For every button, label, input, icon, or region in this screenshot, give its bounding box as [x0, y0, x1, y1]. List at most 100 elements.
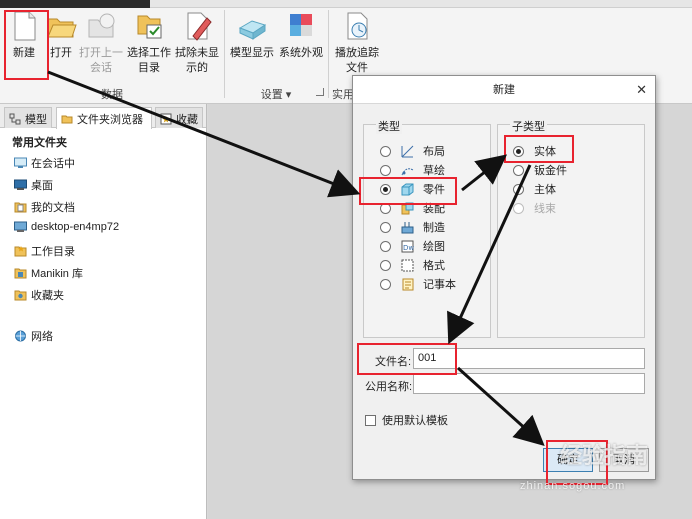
folder-item-desktop[interactable]: 桌面	[14, 177, 53, 193]
type-option-manufacturing[interactable]: 制造	[380, 219, 445, 235]
open-last-label-2: 会话	[90, 62, 112, 74]
folder-item-label: Manikin 库	[31, 268, 83, 280]
playback-trail-icon	[341, 10, 373, 42]
notebook-icon	[401, 278, 414, 291]
common-folders-title: 常用文件夹	[12, 137, 67, 149]
type-legend: 类型	[376, 118, 402, 134]
type-option-notebook[interactable]: 记事本	[380, 276, 456, 292]
settings-launcher-icon[interactable]	[316, 88, 324, 96]
tab-folder-browser[interactable]: 文件夹浏览器	[56, 107, 152, 129]
system-appearance-icon	[285, 10, 317, 42]
open-button[interactable]: 打开	[44, 10, 78, 61]
type-option-part[interactable]: 零件	[380, 181, 445, 197]
erase-not-displayed-button[interactable]: 拭除未显 示的	[174, 10, 220, 76]
folder-item-favorites[interactable]: 收藏夹	[14, 287, 64, 303]
type-option-layout[interactable]: 布局	[380, 143, 445, 159]
tab-model-tree[interactable]: 模型	[4, 107, 52, 128]
new-button-label: 新建	[13, 47, 35, 59]
open-button-label: 打开	[50, 47, 72, 59]
active-tab-fragment	[0, 0, 150, 8]
folder-browser-icon	[61, 113, 73, 125]
type-label: 零件	[423, 184, 445, 196]
model-display-button[interactable]: 模型显示	[229, 10, 275, 61]
folder-item-label: 网络	[31, 331, 53, 343]
subtype-option-harness: 线束	[513, 200, 556, 216]
use-default-template-checkbox[interactable]	[365, 415, 376, 426]
radio-solid[interactable]	[513, 145, 524, 157]
radio-manufacturing[interactable]	[380, 221, 391, 233]
folder-item-my-documents[interactable]: 我的文档	[14, 199, 75, 215]
computer-icon	[14, 221, 27, 233]
folder-item-label: 收藏夹	[31, 290, 64, 302]
radio-bulk[interactable]	[513, 183, 524, 195]
folder-item-label: 在会话中	[31, 158, 75, 170]
subtype-label: 实体	[534, 146, 556, 158]
folder-item-label: 桌面	[31, 180, 53, 192]
sketch-icon	[401, 164, 414, 177]
group-label-settings[interactable]: 设置 ▾	[226, 86, 326, 102]
type-label: 布局	[423, 146, 445, 158]
format-icon	[401, 259, 414, 272]
system-appearance-label: 系统外观	[279, 47, 323, 59]
dialog-title: 新建	[493, 84, 515, 96]
type-option-format[interactable]: 格式	[380, 257, 445, 273]
use-default-template-option[interactable]: 使用默认模板	[365, 412, 448, 428]
in-session-icon	[14, 157, 27, 169]
tab-favorites[interactable]: 收藏	[155, 107, 203, 128]
type-option-sketch[interactable]: 草绘	[380, 162, 445, 178]
common-name-field[interactable]	[413, 373, 645, 394]
radio-part[interactable]	[380, 183, 391, 195]
type-option-drawing[interactable]: Dw 绘图	[380, 238, 445, 254]
erase-label-2: 示的	[186, 62, 208, 74]
subtype-option-sheetmetal[interactable]: 钣金件	[513, 162, 567, 178]
favorites-tab-icon	[160, 113, 172, 125]
radio-drawing[interactable]	[380, 240, 391, 252]
tab-folder-browser-label: 文件夹浏览器	[77, 114, 143, 126]
common-name-label: 公用名称:	[365, 381, 413, 393]
folder-item-computer[interactable]: desktop-en4mp72	[14, 221, 119, 233]
folder-item-in-session[interactable]: 在会话中	[14, 155, 75, 171]
subtype-option-bulk[interactable]: 主体	[513, 181, 556, 197]
playback-label-1: 播放追踪	[335, 47, 379, 59]
new-file-dialog: 新建 ✕ 类型 子类型 布局 草绘 零件 装配 制造 Dw 绘图 格式 记事本 实…	[352, 75, 656, 480]
use-default-template-label: 使用默认模板	[382, 415, 448, 427]
folder-item-label: desktop-en4mp72	[31, 221, 120, 233]
open-last-session-button[interactable]: 打开上一 会话	[78, 10, 124, 76]
subtype-option-solid[interactable]: 实体	[513, 143, 556, 159]
close-icon[interactable]: ✕	[636, 76, 647, 104]
group-label-data: 数据	[101, 89, 123, 101]
type-label: 制造	[423, 222, 445, 234]
network-icon	[14, 330, 27, 342]
new-button[interactable]: 新建	[8, 10, 40, 61]
watermark-text: 经验指南	[560, 443, 649, 468]
manikin-library-icon	[14, 267, 27, 279]
model-display-icon	[236, 10, 268, 42]
folder-item-label: 工作目录	[31, 246, 75, 258]
type-label: 装配	[423, 203, 445, 215]
folder-item-manikin-library[interactable]: Manikin 库	[14, 265, 83, 281]
radio-layout[interactable]	[380, 145, 391, 157]
radio-assembly[interactable]	[380, 202, 391, 214]
ribbon-tab-strip	[0, 0, 692, 8]
radio-format[interactable]	[380, 259, 391, 271]
radio-sheetmetal[interactable]	[513, 164, 524, 176]
svg-text:Dw: Dw	[403, 244, 414, 252]
navigator-tabs: 模型 文件夹浏览器 收藏	[0, 104, 206, 129]
type-option-assembly[interactable]: 装配	[380, 200, 445, 216]
drawing-icon: Dw	[401, 240, 414, 253]
model-display-label: 模型显示	[230, 47, 274, 59]
playback-trail-button[interactable]: 播放追踪 文件	[334, 10, 380, 76]
filename-field[interactable]: 001	[413, 348, 645, 369]
erase-label-1: 拭除未显	[175, 47, 219, 59]
select-working-directory-button[interactable]: 选择工作 目录	[126, 10, 172, 76]
radio-sketch[interactable]	[380, 164, 391, 176]
select-wd-label-2: 目录	[138, 62, 160, 74]
assembly-icon	[401, 202, 414, 215]
open-last-label-1: 打开上一	[79, 47, 123, 59]
open-folder-icon	[45, 10, 77, 42]
folder-item-network[interactable]: 网络	[14, 328, 53, 344]
model-tree-icon	[9, 113, 21, 125]
folder-item-working-directory[interactable]: 工作目录	[14, 243, 75, 259]
system-appearance-button[interactable]: 系统外观	[278, 10, 324, 61]
radio-notebook[interactable]	[380, 278, 391, 290]
